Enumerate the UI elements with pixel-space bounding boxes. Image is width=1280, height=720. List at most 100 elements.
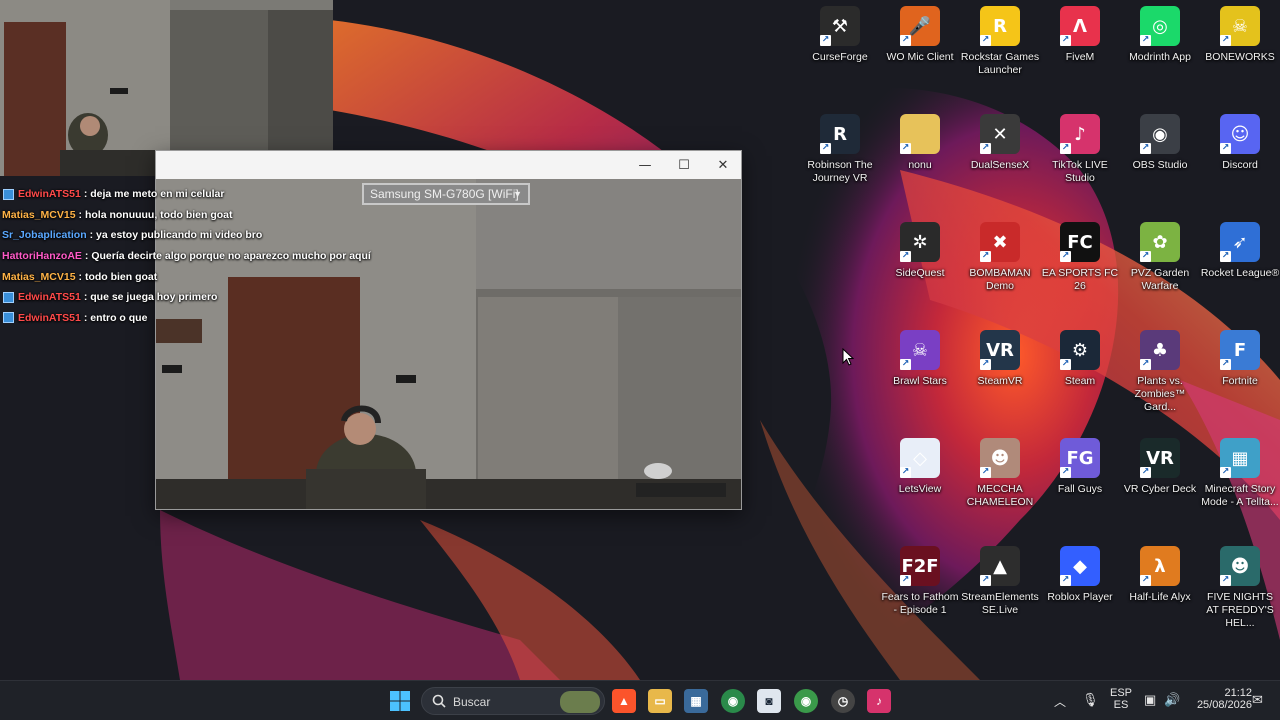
desktop-icon[interactable]: ⚒ ↗ CurseForge — [800, 0, 880, 104]
desktop-icon[interactable]: ✕ ↗ DualSenseX — [960, 108, 1040, 212]
desktop-icon-label: Modrinth App — [1129, 51, 1191, 63]
shortcut-arrow-icon: ↗ — [1060, 467, 1071, 478]
app-glyph: ⚒ — [831, 15, 849, 37]
desktop-icon-label: Robinson The Journey VR — [807, 159, 873, 184]
app-glyph: ✿ — [1152, 231, 1168, 253]
app-icon: ☠ ↗ — [1220, 6, 1260, 46]
app-icon: FG ↗ — [1060, 438, 1100, 478]
desktop-icon[interactable]: ◆ ↗ Roblox Player — [1040, 540, 1120, 644]
chat-text: : Quería decirte algo porque no aparezco… — [84, 250, 371, 263]
chrome-profile-icon[interactable]: ◉ — [794, 689, 818, 713]
desktop-icon[interactable]: ◎ ↗ Modrinth App — [1120, 0, 1200, 104]
clock[interactable]: 21:12 25/08/2026 — [1188, 687, 1252, 711]
desktop-icon-label: FIVE NIGHTS AT FREDDY'S HEL... — [1206, 591, 1274, 629]
app-glyph: Λ — [1073, 15, 1087, 37]
shortcut-arrow-icon: ↗ — [900, 575, 911, 586]
desktop-icon[interactable]: R ↗ Rockstar Games Launcher — [960, 0, 1040, 104]
desktop-icon[interactable]: ▲ ↗ StreamElements SE.Live — [960, 540, 1040, 644]
shortcut-arrow-icon: ↗ — [1220, 35, 1231, 46]
app-icon: VR ↗ — [1140, 438, 1180, 478]
app-icon: ◉ ↗ — [1140, 114, 1180, 154]
window-titlebar[interactable]: — ☐ ✕ — [156, 151, 741, 179]
desktop-icon-label: WO Mic Client — [886, 51, 954, 63]
app-icon: FC ↗ — [1060, 222, 1100, 262]
start-button[interactable] — [388, 689, 412, 713]
desktop-icon-label: Rockstar Games Launcher — [960, 51, 1040, 76]
file-explorer-icon[interactable]: ▭ — [648, 689, 672, 713]
chat-text: : ya estoy publicando mi video bro — [89, 229, 263, 242]
desktop-icon[interactable]: F ↗ Fortnite — [1200, 324, 1280, 428]
desktop-icon[interactable]: ✖ ↗ BOMBAMAN Demo — [960, 216, 1040, 320]
desktop-icon[interactable]: ♣ ↗ Plants vs. Zombies™ Gard... — [1120, 324, 1200, 428]
close-button[interactable]: ✕ — [703, 151, 743, 179]
chat-message: Matias_MCV15: hola nonuuuu, todo bien go… — [2, 205, 422, 226]
app-icon: VR ↗ — [980, 330, 1020, 370]
desktop-icon[interactable]: ☠ ↗ Brawl Stars — [880, 324, 960, 428]
recorder-icon[interactable]: ◷ — [831, 689, 855, 713]
app-icon: R ↗ — [980, 6, 1020, 46]
search-placeholder: Buscar — [453, 695, 491, 709]
desktop-icon[interactable]: ✲ ↗ SideQuest — [880, 216, 960, 320]
tiktok-live-icon[interactable]: ♪ — [867, 689, 891, 713]
desktop-icon-label: LetsView — [898, 483, 942, 495]
shortcut-arrow-icon: ↗ — [820, 35, 831, 46]
desktop-icon[interactable]: 🎤 ↗ WO Mic Client — [880, 0, 960, 104]
desktop-icon[interactable]: F2F ↗ Fears to Fathom - Episode 1 — [880, 540, 960, 644]
desktop-icon[interactable]: ▦ ↗ Minecraft Story Mode - A Tellta... — [1200, 432, 1280, 536]
app-glyph: ✖ — [992, 231, 1008, 253]
desktop-icon[interactable]: ◉ ↗ OBS Studio — [1120, 108, 1200, 212]
app-icon: ➶ ↗ — [1220, 222, 1260, 262]
minimize-button[interactable]: — — [625, 151, 665, 179]
brave-browser-icon[interactable]: ▲ — [612, 689, 636, 713]
chat-username: Matias_MCV15 — [2, 208, 76, 221]
chevron-up-icon[interactable]: ︿ — [1054, 693, 1066, 710]
app-icon: ✖ ↗ — [980, 222, 1020, 262]
desktop-icon[interactable]: ☻ ↗ MECCHA CHAMELEON — [960, 432, 1040, 536]
calculator-icon[interactable]: ▦ — [684, 689, 708, 713]
app-icon: λ ↗ — [1140, 546, 1180, 586]
shortcut-arrow-icon: ↗ — [820, 143, 831, 154]
notification-icon[interactable]: ✉ — [1252, 692, 1263, 708]
app-icon: Λ ↗ — [1060, 6, 1100, 46]
taskbar-search-box[interactable]: Buscar — [421, 687, 605, 715]
app-glyph: ☻ — [990, 447, 1010, 469]
chrome-icon[interactable]: ◉ — [721, 689, 745, 713]
app-icon: ♪ ↗ — [1060, 114, 1100, 154]
shortcut-arrow-icon: ↗ — [1220, 467, 1231, 478]
app-glyph: ☻ — [1230, 555, 1250, 577]
chat-username: EdwinATS51 — [18, 291, 81, 304]
chevron-down-icon: ▼ — [513, 189, 522, 199]
stream-chat-overlay: EdwinATS51: deja me meto en mi celular Ma… — [2, 184, 422, 328]
webcam-app-icon[interactable]: ◙ — [757, 689, 781, 713]
desktop-icon[interactable]: ☺ ↗ Discord — [1200, 108, 1280, 212]
desktop-icon[interactable]: ☻ ↗ FIVE NIGHTS AT FREDDY'S HEL... — [1200, 540, 1280, 644]
desktop-icon[interactable]: ◇ ↗ LetsView — [880, 432, 960, 536]
microphone-icon[interactable]: 🎙 — [1082, 692, 1099, 708]
desktop-icon[interactable]: λ ↗ Half-Life Alyx — [1120, 540, 1200, 644]
shortcut-arrow-icon: ↗ — [980, 575, 991, 586]
desktop-icon-label: TikTok LIVE Studio — [1052, 159, 1108, 184]
desktop-icon-label: Brawl Stars — [893, 375, 947, 387]
desktop-icon[interactable]: FC ↗ EA SPORTS FC 26 — [1040, 216, 1120, 320]
chat-text: : hola nonuuuu, todo bien goat — [78, 208, 233, 221]
desktop-icon[interactable]: VR ↗ SteamVR — [960, 324, 1040, 428]
desktop-icon-label: OBS Studio — [1132, 159, 1188, 171]
app-glyph: ▲ — [993, 555, 1007, 577]
language-indicator[interactable]: ESP ES — [1107, 687, 1135, 711]
desktop-icon[interactable]: Λ ↗ FiveM — [1040, 0, 1120, 104]
desktop-icon[interactable]: ⚙ ↗ Steam — [1040, 324, 1120, 428]
volume-icon[interactable]: 🔊 — [1164, 692, 1180, 708]
desktop-icon[interactable]: R ↗ Robinson The Journey VR — [800, 108, 880, 212]
desktop-icon[interactable]: VR ↗ VR Cyber Deck — [1120, 432, 1200, 536]
network-icon[interactable]: ▣ — [1144, 692, 1156, 708]
desktop-icon[interactable]: ☠ ↗ BONEWORKS — [1200, 0, 1280, 104]
app-icon: ◎ ↗ — [1140, 6, 1180, 46]
desktop-icon[interactable]: ♪ ↗ TikTok LIVE Studio — [1040, 108, 1120, 212]
desktop-icon[interactable]: ➶ ↗ Rocket League® — [1200, 216, 1280, 320]
desktop-icon[interactable]: FG ↗ Fall Guys — [1040, 432, 1120, 536]
shortcut-arrow-icon: ↗ — [1060, 359, 1071, 370]
desktop-icon[interactable]: ↗ nonu — [880, 108, 960, 212]
maximize-button[interactable]: ☐ — [664, 151, 704, 179]
desktop-icon[interactable]: ✿ ↗ PVZ Garden Warfare — [1120, 216, 1200, 320]
chat-text: : que se juega hoy primero — [83, 291, 218, 304]
